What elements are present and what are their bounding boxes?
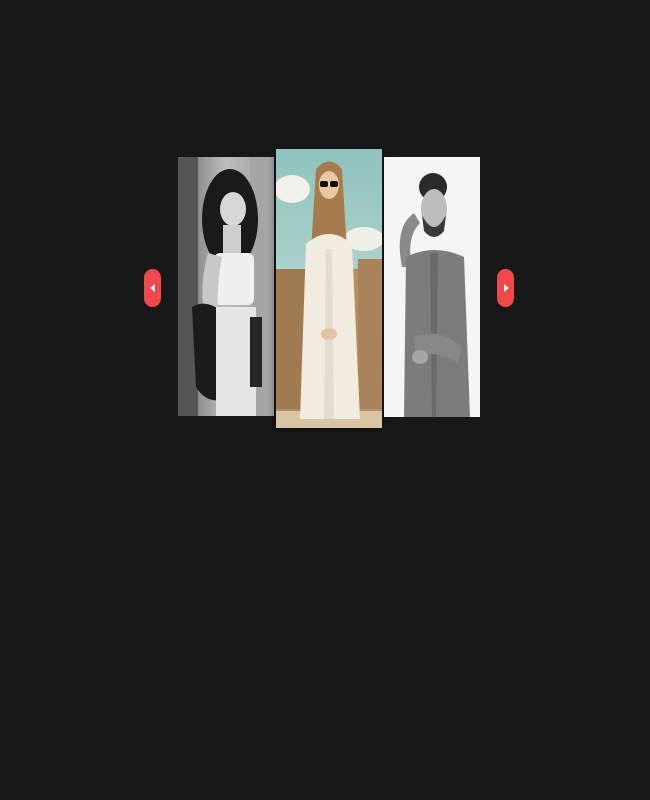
chevron-right-icon <box>503 284 509 292</box>
slide-image[interactable] <box>384 157 480 417</box>
man-beard-photo <box>384 157 480 417</box>
slide-image[interactable] <box>178 157 274 416</box>
next-button[interactable] <box>497 269 514 307</box>
carousel <box>0 0 650 800</box>
woman-curly-hair-photo <box>178 157 274 416</box>
woman-sunglasses-photo <box>276 149 382 428</box>
chevron-left-icon <box>149 284 155 292</box>
prev-button[interactable] <box>144 269 161 307</box>
slide-image-active[interactable] <box>276 149 382 428</box>
